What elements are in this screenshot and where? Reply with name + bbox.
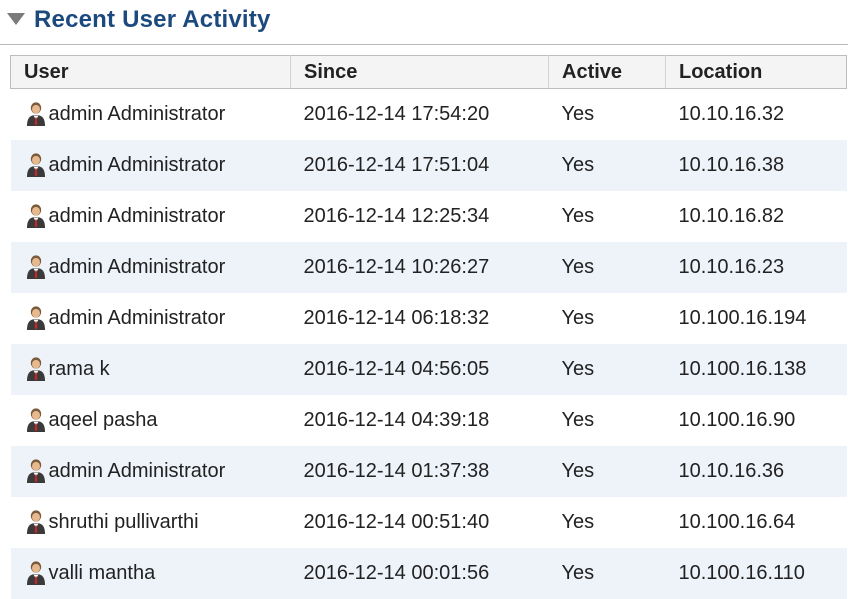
location-cell: 10.100.16.64 <box>665 496 847 548</box>
since-cell: 2016-12-14 00:01:56 <box>290 547 549 599</box>
column-header-since[interactable]: Since <box>290 55 549 89</box>
location-cell: 10.100.16.138 <box>665 343 847 395</box>
active-cell: Yes <box>548 139 666 191</box>
user-name[interactable]: admin Administrator <box>49 307 226 330</box>
user-cell: aqeel pasha <box>10 394 291 446</box>
table-row[interactable]: admin Administrator 2016-12-14 10:26:27 Ye… <box>10 241 847 293</box>
user-cell: shruthi pullivarthi <box>10 496 291 548</box>
since-cell: 2016-12-14 04:39:18 <box>290 394 549 446</box>
header-divider <box>0 44 848 45</box>
panel-header: Recent User Activity <box>0 0 848 46</box>
user-icon <box>26 408 45 432</box>
user-icon <box>26 102 45 127</box>
user-cell: rama k <box>10 343 291 395</box>
user-name[interactable]: admin Administrator <box>49 205 226 228</box>
table-row[interactable]: admin Administrator 2016-12-14 06:18:32 Ye… <box>10 292 847 344</box>
active-cell: Yes <box>548 496 666 548</box>
active-cell: Yes <box>548 88 666 140</box>
active-cell: Yes <box>548 292 666 344</box>
table-row[interactable]: admin Administrator 2016-12-14 17:51:04 Ye… <box>10 139 847 191</box>
since-cell: 2016-12-14 01:37:38 <box>290 445 549 497</box>
since-cell: 2016-12-14 06:18:32 <box>290 292 549 344</box>
since-cell: 2016-12-14 04:56:05 <box>290 343 549 395</box>
table-body: admin Administrator 2016-12-14 17:54:20 Ye… <box>10 88 847 599</box>
user-name[interactable]: admin Administrator <box>49 154 226 177</box>
column-header-active[interactable]: Active <box>548 55 666 89</box>
active-cell: Yes <box>548 394 666 446</box>
user-icon <box>26 153 45 177</box>
user-name[interactable]: shruthi pullivarthi <box>49 511 199 534</box>
table-row[interactable]: admin Administrator 2016-12-14 12:25:34 Ye… <box>10 190 847 242</box>
user-cell: admin Administrator <box>10 241 291 293</box>
active-cell: Yes <box>548 241 666 293</box>
user-icon <box>26 255 45 279</box>
user-icon <box>26 510 45 534</box>
since-cell: 2016-12-14 17:51:04 <box>290 139 549 191</box>
location-cell: 10.100.16.110 <box>665 547 847 599</box>
active-cell: Yes <box>548 547 666 599</box>
location-cell: 10.10.16.36 <box>665 445 847 497</box>
since-cell: 2016-12-14 10:26:27 <box>290 241 549 293</box>
user-icon <box>26 204 45 228</box>
since-cell: 2016-12-14 12:25:34 <box>290 190 549 242</box>
location-cell: 10.10.16.32 <box>665 88 847 140</box>
panel-title: Recent User Activity <box>34 6 271 33</box>
user-name[interactable]: rama k <box>49 358 110 381</box>
user-icon <box>26 459 45 483</box>
table-header-row: User Since Active Location <box>10 55 847 89</box>
since-cell: 2016-12-14 17:54:20 <box>290 88 549 140</box>
table-row[interactable]: rama k 2016-12-14 04:56:05 Yes 10.100.16.13… <box>10 343 847 395</box>
user-name[interactable]: admin Administrator <box>49 256 226 279</box>
user-cell: admin Administrator <box>10 88 291 140</box>
active-cell: Yes <box>548 445 666 497</box>
active-cell: Yes <box>548 343 666 395</box>
user-cell: admin Administrator <box>10 445 291 497</box>
user-cell: admin Administrator <box>10 292 291 344</box>
user-cell: admin Administrator <box>10 139 291 191</box>
table-row[interactable]: shruthi pullivarthi 2016-12-14 00:51:40 Ye… <box>10 496 847 548</box>
user-name[interactable]: valli mantha <box>49 562 156 585</box>
user-cell: admin Administrator <box>10 190 291 242</box>
user-activity-table: User Since Active Location admin Adminis… <box>10 55 847 599</box>
column-header-user[interactable]: User <box>10 55 291 89</box>
column-header-location[interactable]: Location <box>665 55 847 89</box>
location-cell: 10.100.16.194 <box>665 292 847 344</box>
location-cell: 10.100.16.90 <box>665 394 847 446</box>
user-icon <box>26 561 45 585</box>
table-row[interactable]: valli mantha 2016-12-14 00:01:56 Yes 10.100… <box>10 547 847 599</box>
table-row[interactable]: admin Administrator 2016-12-14 01:37:38 Ye… <box>10 445 847 497</box>
user-icon <box>26 306 45 330</box>
since-cell: 2016-12-14 00:51:40 <box>290 496 549 548</box>
table-row[interactable]: aqeel pasha 2016-12-14 04:39:18 Yes 10.100.… <box>10 394 847 446</box>
active-cell: Yes <box>548 190 666 242</box>
collapse-triangle-icon[interactable] <box>6 12 26 26</box>
user-icon <box>26 357 45 381</box>
user-cell: valli mantha <box>10 547 291 599</box>
location-cell: 10.10.16.82 <box>665 190 847 242</box>
table-row[interactable]: admin Administrator 2016-12-14 17:54:20 Ye… <box>10 88 847 140</box>
location-cell: 10.10.16.23 <box>665 241 847 293</box>
user-name[interactable]: aqeel pasha <box>49 409 158 432</box>
user-name[interactable]: admin Administrator <box>49 460 226 483</box>
location-cell: 10.10.16.38 <box>665 139 847 191</box>
user-name[interactable]: admin Administrator <box>49 103 226 126</box>
